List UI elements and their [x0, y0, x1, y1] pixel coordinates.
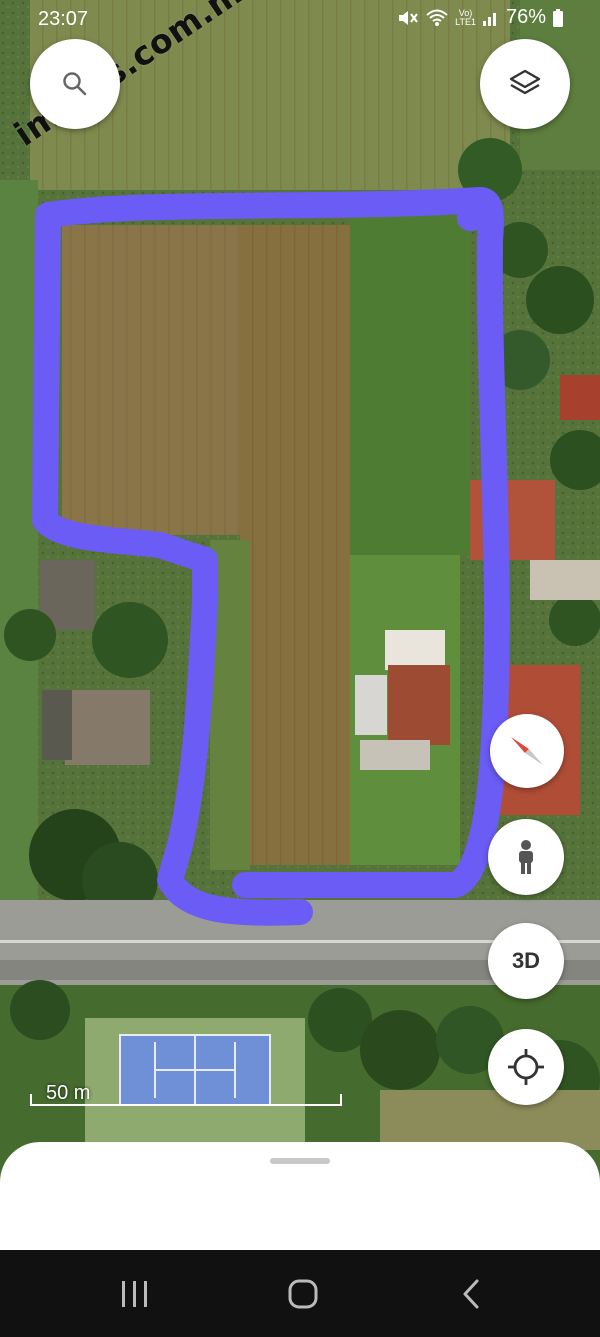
- home-button[interactable]: [273, 1272, 333, 1316]
- bottom-sheet[interactable]: [0, 1142, 600, 1250]
- back-button[interactable]: [441, 1272, 501, 1316]
- house-roof: [560, 375, 600, 420]
- mute-icon: [399, 10, 418, 25]
- layers-button[interactable]: [480, 39, 570, 129]
- network-label-bottom: LTE1: [455, 16, 476, 27]
- compass-button[interactable]: [490, 714, 564, 788]
- search-button[interactable]: [30, 39, 120, 129]
- sheet-drag-handle[interactable]: [270, 1158, 330, 1164]
- street-view-button[interactable]: [488, 819, 564, 895]
- scale-tick: [340, 1094, 342, 1106]
- navigation-bar: [0, 1250, 600, 1337]
- recents-button[interactable]: [105, 1272, 165, 1316]
- scale-line: [30, 1104, 342, 1106]
- pegman-icon: [519, 840, 533, 874]
- satellite-map[interactable]: impuls.com.mk 23:07 Vo) LTE1 76% 3D 50 m: [0, 0, 600, 1250]
- back-icon: [463, 1279, 479, 1309]
- signal-icon: [482, 12, 496, 26]
- status-bar: 23:07 Vo) LTE1 76%: [0, 0, 600, 40]
- battery-percent: 76%: [505, 6, 546, 28]
- layers-icon: [509, 69, 541, 95]
- compass-icon: [511, 737, 543, 765]
- scale-label: 50 m: [46, 1082, 91, 1104]
- recents-icon: [122, 1281, 147, 1307]
- my-location-icon: [508, 1049, 544, 1085]
- house-roof: [388, 665, 450, 745]
- home-icon: [288, 1279, 318, 1309]
- wifi-icon: [426, 9, 448, 26]
- search-icon: [63, 72, 87, 96]
- status-icons: Vo) LTE1 76%: [397, 6, 564, 29]
- status-time: 23:07: [38, 8, 89, 30]
- house-roof: [65, 690, 150, 765]
- three-d-button[interactable]: 3D: [488, 923, 564, 999]
- volte-icon: Vo) LTE1: [455, 8, 476, 27]
- battery-icon: [553, 8, 563, 27]
- scale-bar: 50 m: [30, 1080, 342, 1108]
- my-location-button[interactable]: [488, 1029, 564, 1105]
- green-garden: [350, 215, 470, 555]
